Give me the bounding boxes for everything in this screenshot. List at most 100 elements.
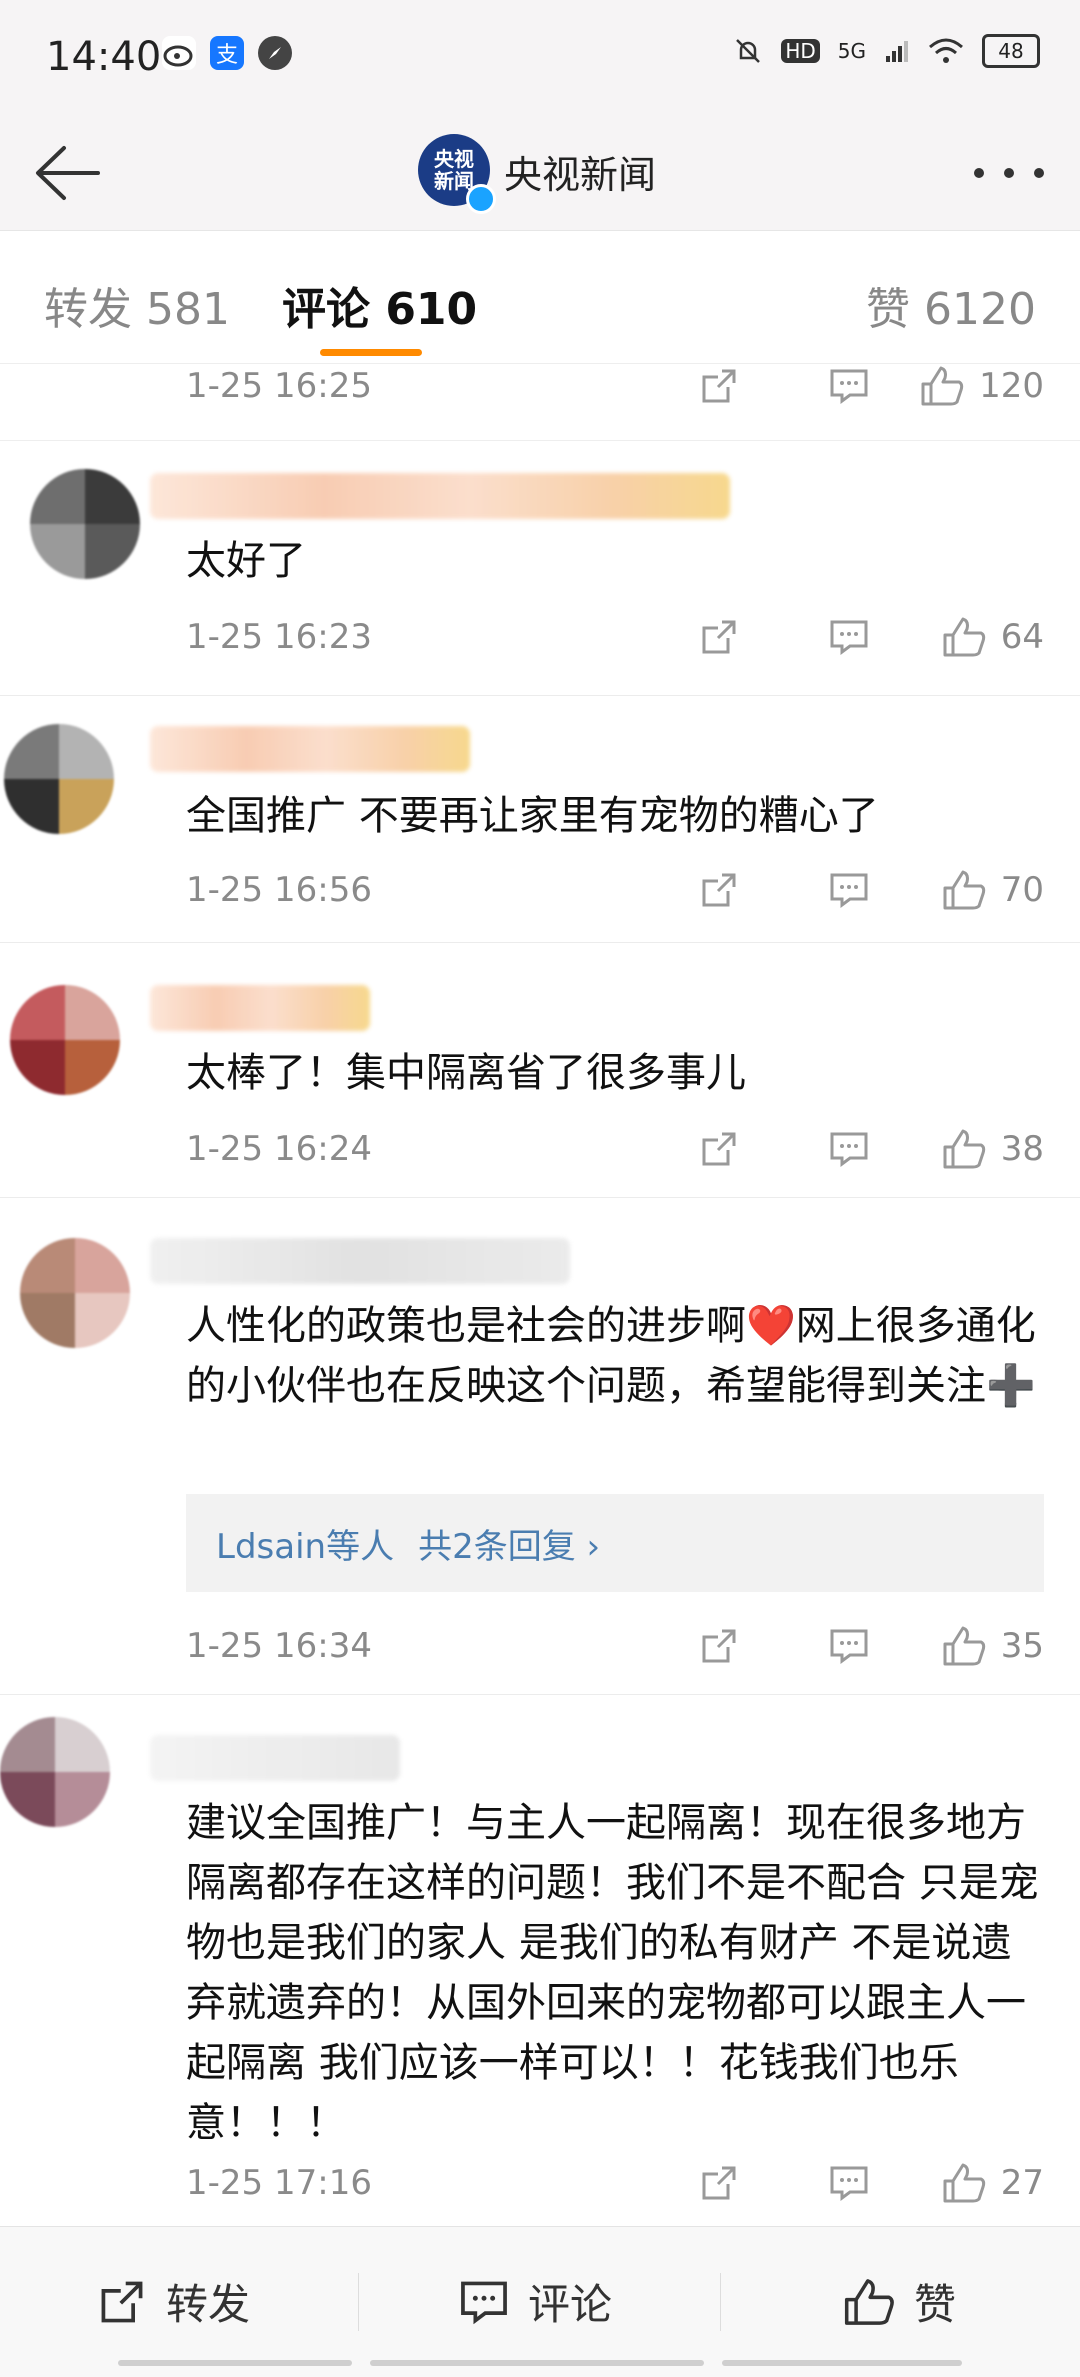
- share-icon: [702, 2166, 736, 2200]
- tab-comments[interactable]: 评论 610: [282, 273, 477, 337]
- thumbs-up-icon: [943, 870, 985, 910]
- compass-icon: [258, 36, 292, 70]
- like-count: 35: [1000, 1626, 1044, 1666]
- repost-comment-button[interactable]: [654, 1128, 784, 1170]
- thumbs-up-icon: [943, 1129, 985, 1169]
- mute-icon: [736, 39, 761, 63]
- comment-button[interactable]: 评论: [458, 2271, 612, 2332]
- like-count: 27: [1000, 2163, 1044, 2203]
- back-button[interactable]: [28, 138, 108, 208]
- like-button[interactable]: 35: [914, 1624, 1044, 1668]
- gesture-bar: [118, 2360, 352, 2366]
- comment-time: 1-25 16:25: [186, 366, 372, 406]
- avatar[interactable]: [10, 985, 120, 1095]
- comment-icon: [830, 1132, 868, 1167]
- status-bar: 14:40 支 HD 5G 48: [0, 0, 1080, 118]
- thumbs-up-icon: [943, 1626, 985, 1666]
- hd-badge: HD: [781, 39, 820, 63]
- repost-comment-button[interactable]: [654, 2162, 784, 2204]
- comment-icon: [830, 620, 868, 655]
- thumbs-up-icon: [943, 2163, 985, 2203]
- avatar[interactable]: [20, 1238, 130, 1348]
- share-icon: [101, 2281, 143, 2322]
- divider: [358, 2273, 359, 2331]
- reply-button[interactable]: [784, 1128, 914, 1170]
- alipay-icon: 支: [210, 36, 244, 70]
- back-arrow-icon: [36, 146, 100, 200]
- repost-comment-button[interactable]: [654, 869, 784, 911]
- network-label: 5G: [837, 39, 866, 63]
- username-blurred[interactable]: [150, 1735, 400, 1781]
- avatar[interactable]: [30, 469, 140, 579]
- comment-label: 评论: [528, 2280, 613, 2329]
- avatar[interactable]: [0, 1717, 110, 1827]
- comment-item: 人性化的政策也是社会的进步啊❤️网上很多通化的小伙伴也在反映这个问题，希望能得到…: [0, 1198, 1080, 1695]
- reply-button[interactable]: [784, 616, 914, 658]
- like-count: 70: [1000, 870, 1044, 910]
- comment-icon: [830, 2166, 868, 2201]
- repost-comment-button[interactable]: [654, 616, 784, 658]
- repost-label: 转发: [166, 2280, 251, 2329]
- thumbs-up-icon: [943, 617, 985, 657]
- share-icon: [702, 1629, 736, 1663]
- divider: [720, 2273, 721, 2331]
- reply-button[interactable]: [784, 1625, 914, 1667]
- like-count: 64: [1000, 617, 1044, 657]
- share-icon: [702, 1132, 736, 1166]
- reply-button[interactable]: [784, 365, 914, 407]
- page-title[interactable]: 央视新闻: [504, 144, 656, 199]
- thumbs-up-icon: [921, 366, 964, 406]
- comment-text: 人性化的政策也是社会的进步啊❤️网上很多通化的小伙伴也在反映这个问题，希望能得到…: [186, 1303, 1036, 1409]
- active-tab-indicator: [320, 349, 422, 356]
- bottom-action-bar: 转发 评论 赞: [0, 2226, 1080, 2377]
- comment-icon: [461, 2281, 507, 2324]
- tab-bar: 转发 581 评论 610 赞 6120: [0, 231, 1080, 364]
- comment-time: 1-25 16:24: [186, 1129, 372, 1169]
- reply-count-link[interactable]: 共2条回复 ›: [418, 1519, 600, 1568]
- comment-text: 建议全国推广！与主人一起隔离！现在很多地方隔离都存在这样的问题！我们不是不配合 …: [186, 1800, 1039, 2146]
- tab-likes[interactable]: 赞 6120: [866, 273, 1036, 337]
- list-item: 1-25 16:25 120: [0, 364, 1080, 441]
- battery-indicator: 48: [982, 34, 1040, 68]
- gesture-bar: [722, 2360, 962, 2366]
- more-options-button[interactable]: [974, 168, 1044, 178]
- comment-text: 全国推广 不要再让家里有宠物的糟心了: [186, 793, 879, 839]
- comment-icon: [830, 369, 868, 404]
- gesture-bar: [370, 2360, 704, 2366]
- signal-icon: [886, 41, 908, 62]
- like-count: 120: [979, 366, 1044, 406]
- repost-comment-button[interactable]: [654, 1625, 784, 1667]
- comment-time: 1-25 16:23: [186, 617, 372, 657]
- reply-preview[interactable]: Ldsain等人 共2条回复 ›: [186, 1494, 1044, 1592]
- username-blurred[interactable]: [150, 1238, 570, 1284]
- like-button[interactable]: 38: [914, 1127, 1044, 1171]
- reply-users[interactable]: Ldsain等人: [216, 1519, 394, 1568]
- reply-button[interactable]: [784, 2162, 914, 2204]
- username-blurred[interactable]: [150, 985, 370, 1031]
- status-time: 14:40: [46, 34, 162, 80]
- comment-icon: [830, 1629, 868, 1664]
- like-button[interactable]: 70: [914, 868, 1044, 912]
- share-icon: [702, 620, 736, 654]
- reply-button[interactable]: [784, 869, 914, 911]
- comment-time: 1-25 16:34: [186, 1626, 372, 1666]
- avatar[interactable]: [4, 724, 114, 834]
- repost-button[interactable]: 转发: [96, 2271, 250, 2332]
- repost-comment-button[interactable]: [654, 365, 784, 407]
- comment-text: 太棒了！集中隔离省了很多事儿: [186, 1050, 746, 1096]
- username-blurred[interactable]: [150, 473, 730, 519]
- thumbs-up-icon: [844, 2278, 894, 2325]
- username-blurred[interactable]: [150, 726, 470, 772]
- like-post-button[interactable]: 赞: [842, 2271, 956, 2332]
- comment-item: 太棒了！集中隔离省了很多事儿 1-25 16:24 38: [0, 943, 1080, 1198]
- like-button[interactable]: 120: [914, 364, 1044, 408]
- like-button[interactable]: 27: [914, 2161, 1044, 2205]
- comment-item: 全国推广 不要再让家里有宠物的糟心了 1-25 16:56 70: [0, 696, 1080, 943]
- wifi-icon: [929, 38, 963, 63]
- comment-item: 建议全国推广！与主人一起隔离！现在很多地方隔离都存在这样的问题！我们不是不配合 …: [0, 1695, 1080, 2225]
- tab-repost[interactable]: 转发 581: [44, 273, 230, 337]
- weibo-icon: [162, 36, 196, 70]
- comment-icon: [830, 873, 868, 908]
- comment-text: 太好了: [186, 538, 306, 584]
- like-button[interactable]: 64: [914, 615, 1044, 659]
